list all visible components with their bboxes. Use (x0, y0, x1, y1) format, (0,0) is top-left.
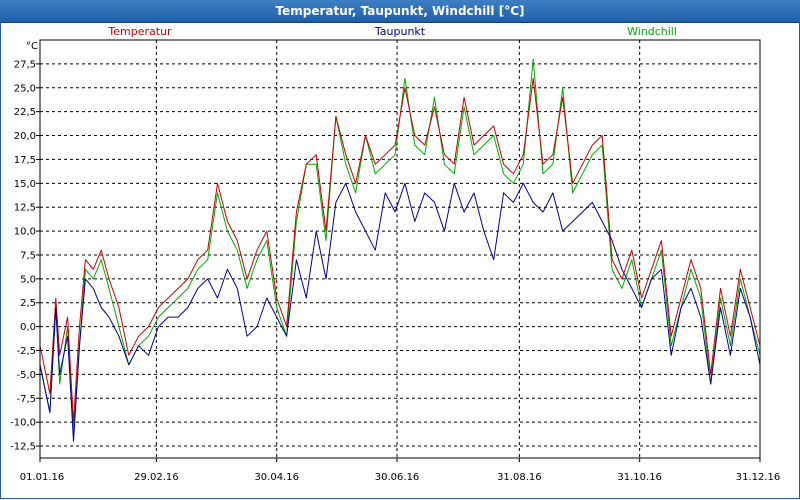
x-tick-label: 30.04.16 (254, 472, 299, 483)
y-tick-label: -5,0 (16, 370, 36, 381)
series-layer (39, 58, 761, 442)
y-tick-label: 2,5 (20, 298, 36, 309)
y-tick-label: 0,0 (20, 322, 36, 333)
y-tick-label: 20,0 (14, 131, 36, 142)
line-chart: -12,5 -10,0 -7,5 -5,0 -2,5 0,0 2,5 5,0 7,5 10,0 12… (10, 25, 781, 483)
y-tick-label: 17,5 (14, 155, 36, 166)
legend: Temperatur Taupunkt Windchill (107, 25, 677, 38)
y-tick-label: 5,0 (20, 274, 36, 285)
y-tick-label: 12,5 (14, 203, 36, 214)
y-axis: -12,5 -10,0 -7,5 -5,0 -2,5 0,0 2,5 5,0 7,5 10,0 12… (10, 59, 40, 453)
y-tick-label: 15,0 (14, 179, 36, 190)
y-axis-label: °C (26, 41, 38, 52)
y-tick-label: -2,5 (16, 346, 36, 357)
y-tick-label: 7,5 (20, 250, 36, 261)
x-tick-label: 31.08.16 (497, 472, 542, 483)
x-axis: 01.01.16 29.02.16 30.04.16 30.06.16 31.08.16… (20, 458, 781, 483)
y-tick-label: -7,5 (16, 394, 36, 405)
x-tick-label: 31.10.16 (617, 472, 662, 483)
y-tick-label: 10,0 (14, 227, 36, 238)
y-tick-label: -10,0 (10, 418, 36, 429)
y-tick-label: 27,5 (14, 59, 36, 70)
legend-item-temperatur: Temperatur (107, 25, 172, 38)
y-tick-label: -12,5 (10, 442, 36, 453)
x-tick-label: 31.12.16 (736, 472, 781, 483)
y-tick-label: 22,5 (14, 107, 36, 118)
plot-border (39, 39, 761, 459)
series-line-taupunkt (39, 182, 761, 442)
x-tick-label: 01.01.16 (20, 472, 65, 483)
x-tick-label: 30.06.16 (375, 472, 420, 483)
x-tick-label: 29.02.16 (134, 472, 179, 483)
legend-item-windchill: Windchill (627, 25, 677, 38)
grid (40, 40, 760, 458)
y-tick-label: 25,0 (14, 83, 36, 94)
legend-item-taupunkt: Taupunkt (374, 25, 426, 38)
series-line-temperatur (39, 77, 761, 423)
